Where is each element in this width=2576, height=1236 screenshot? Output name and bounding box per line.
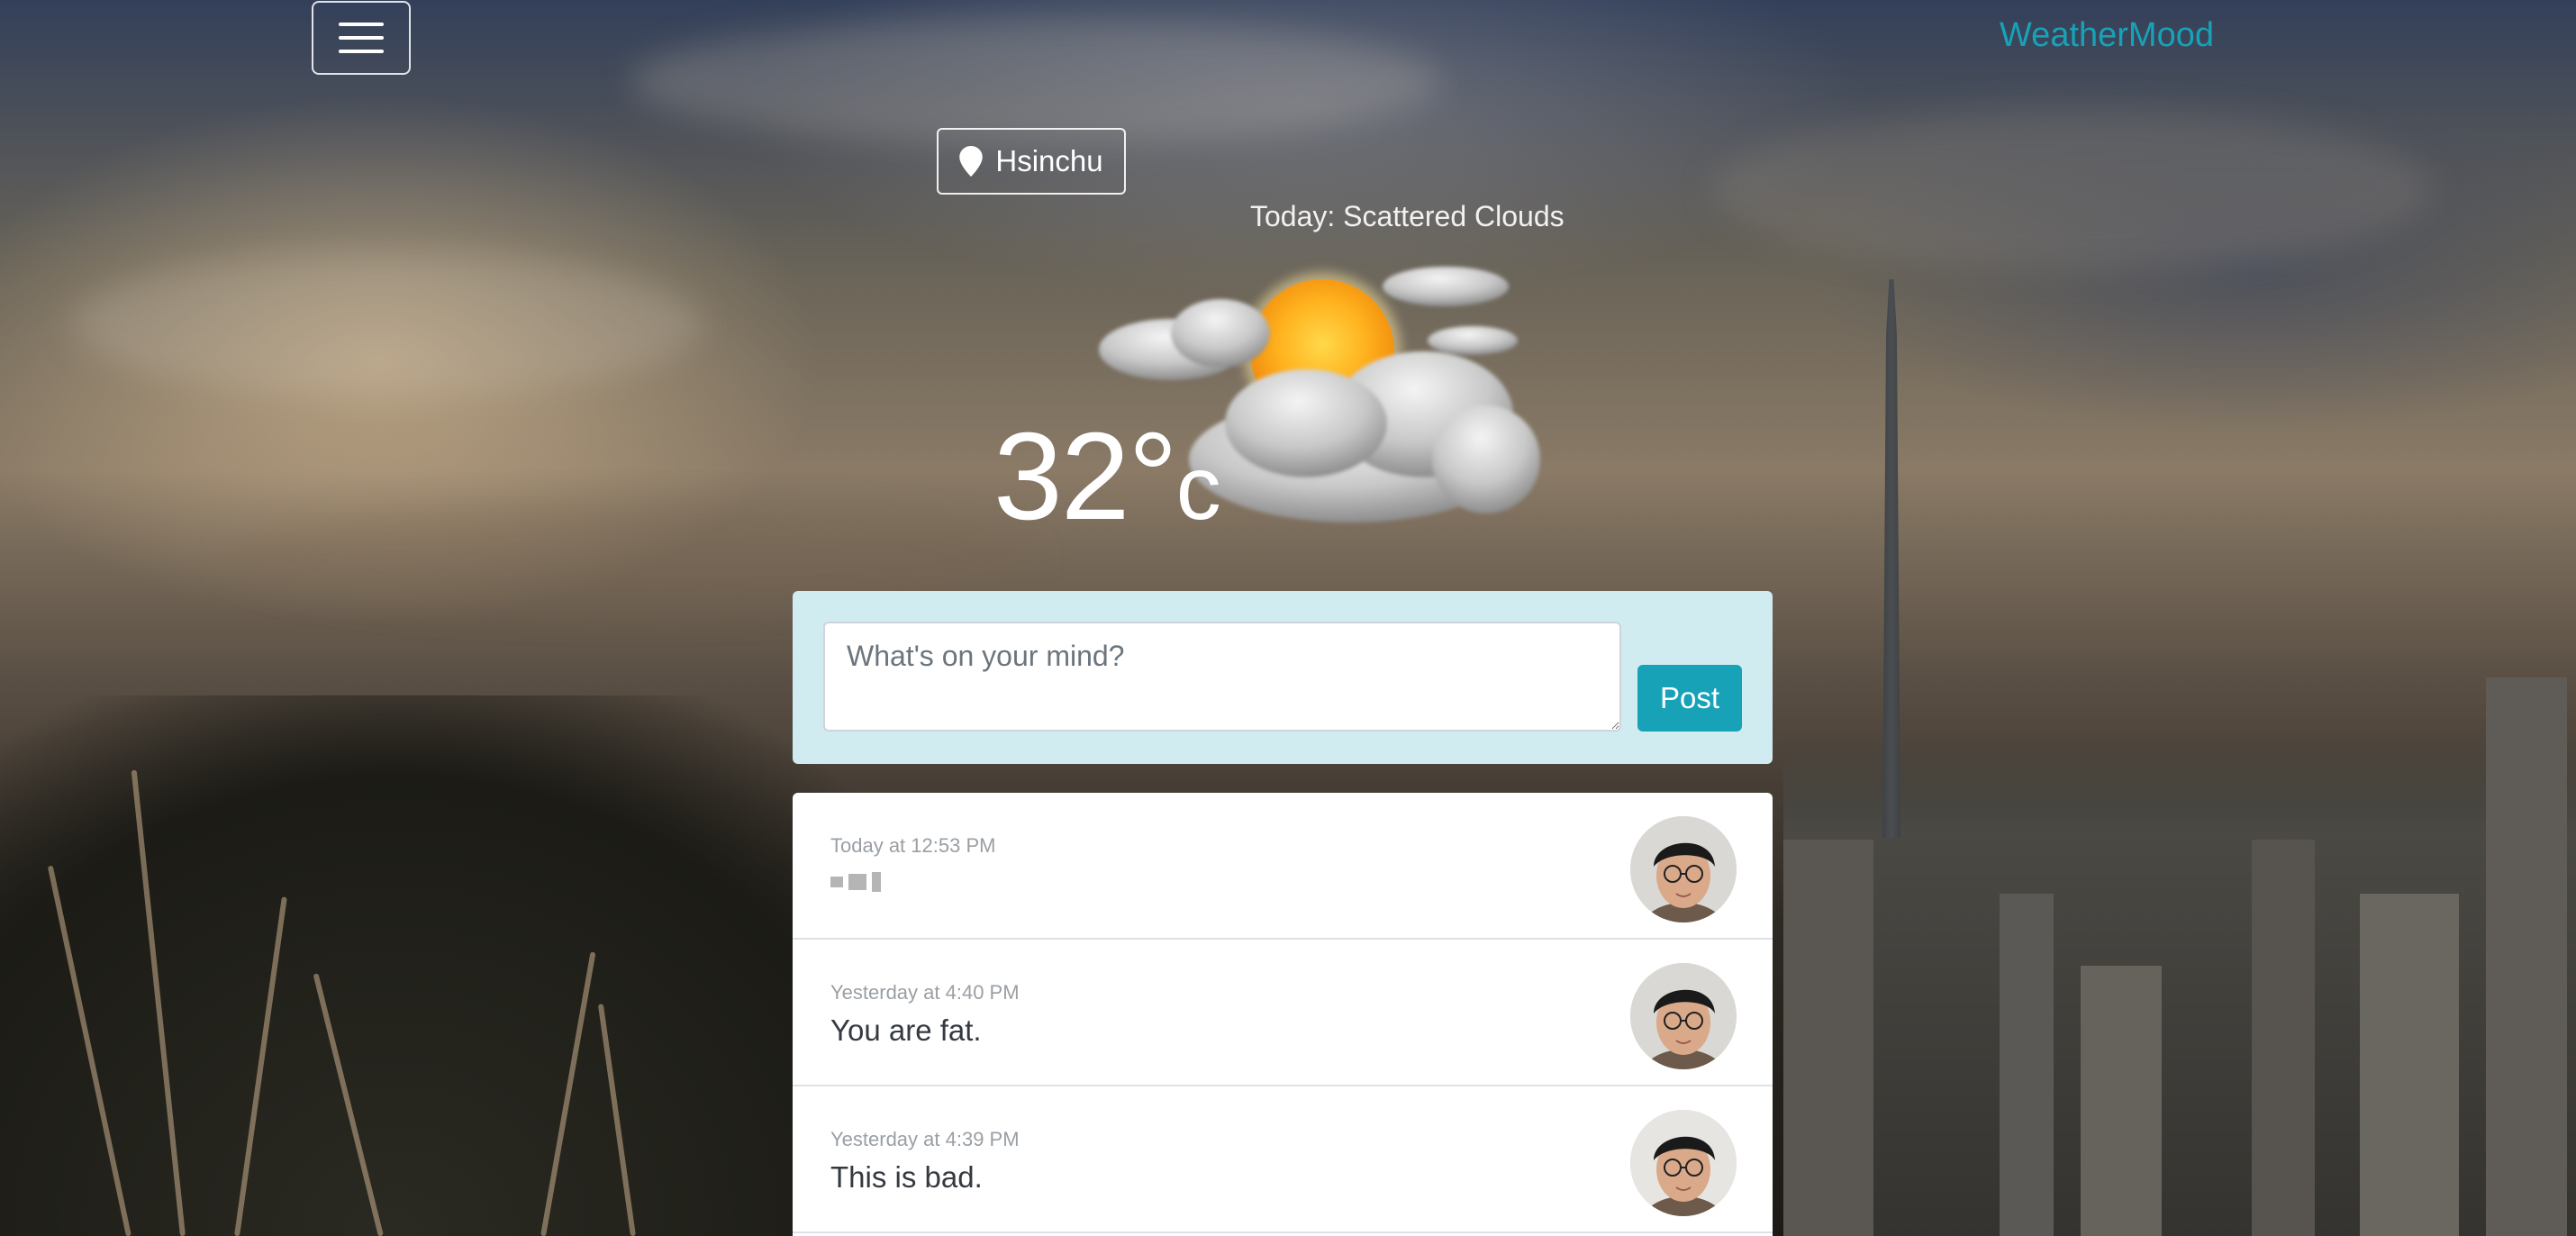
avatar[interactable] (1630, 1110, 1737, 1216)
temperature-value: 32° (993, 407, 1178, 546)
background-building (2081, 966, 2162, 1236)
avatar[interactable] (1630, 963, 1737, 1069)
brand-link[interactable]: WeatherMood (2000, 16, 2214, 55)
post-timestamp: Yesterday at 4:40 PM (830, 981, 1020, 1004)
user-avatar-image (1630, 816, 1737, 922)
post-text (830, 867, 881, 897)
pixel-glyph (872, 872, 881, 892)
background-cloud (630, 18, 1441, 144)
hamburger-icon (339, 23, 384, 26)
background-building (1783, 840, 1873, 1236)
background-cloud (1711, 108, 2432, 270)
hamburger-icon (339, 36, 384, 40)
pixel-glyph (830, 877, 843, 887)
post-timestamp: Today at 12:53 PM (830, 834, 996, 857)
post-composer: Post (793, 591, 1773, 764)
post-feed: Today at 12:53 PM Yesterday at 4:40 PM Y… (793, 793, 1773, 1236)
user-avatar-image (1630, 963, 1737, 1069)
user-avatar-image (1630, 1110, 1737, 1216)
menu-toggle-button[interactable] (312, 1, 411, 75)
pixel-glyph (848, 874, 866, 890)
post-item: Yesterday at 4:39 PM This is bad. (793, 1086, 1773, 1233)
post-text-glyphs (830, 867, 881, 897)
post-text: This is bad. (830, 1160, 983, 1194)
app-background: WeatherMood Hsinchu Today: Scattered Clo… (0, 0, 2576, 1236)
avatar[interactable] (1630, 816, 1737, 922)
background-building (2360, 894, 2459, 1236)
map-pin-icon (959, 146, 984, 177)
location-button[interactable]: Hsinchu (937, 128, 1126, 195)
hamburger-icon (339, 50, 384, 53)
post-button[interactable]: Post (1637, 665, 1742, 732)
post-item: Yesterday at 4:40 PM You are fat. (793, 940, 1773, 1086)
temperature-unit: c (1175, 438, 1221, 539)
temperature-readout: 32°c (993, 414, 1221, 539)
background-building (2486, 677, 2567, 1236)
post-input[interactable] (823, 622, 1621, 732)
weather-condition: Today: Scattered Clouds (1250, 200, 1565, 232)
post-item: Today at 12:53 PM (793, 793, 1773, 940)
background-building (2000, 894, 2054, 1236)
background-cloud (72, 252, 703, 396)
background-building (2252, 840, 2315, 1236)
location-label: Hsinchu (995, 144, 1103, 177)
post-text: You are fat. (830, 1013, 982, 1047)
post-timestamp: Yesterday at 4:39 PM (830, 1128, 1020, 1150)
